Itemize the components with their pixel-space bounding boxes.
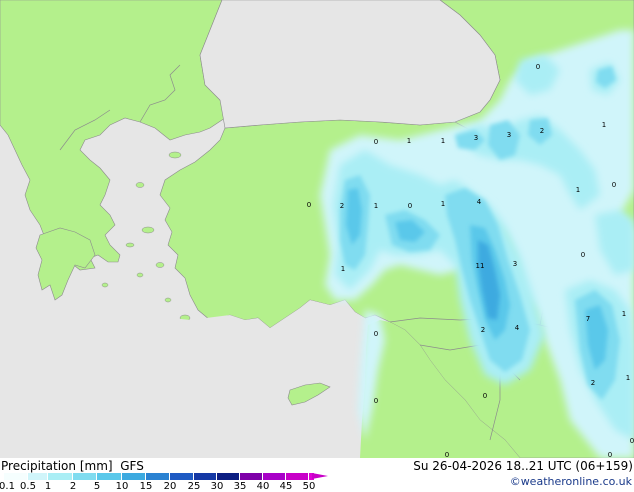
legend-bar: Precipitation [mm] GFS Su 26-04-2026 18.…	[0, 458, 634, 492]
precip-value: 1	[626, 374, 630, 382]
precip-value: 2	[481, 326, 485, 334]
scale-tick-label: 40	[256, 481, 270, 492]
color-scale	[4, 473, 315, 480]
precip-value: 2	[340, 202, 344, 210]
sea-mediterranean	[0, 300, 372, 458]
scale-swatch	[73, 473, 97, 480]
land-island	[136, 272, 144, 278]
legend-title: Precipitation [mm] GFS	[1, 459, 144, 473]
scale-tick-label: 20	[163, 481, 177, 492]
scale-tick-label: 25	[187, 481, 201, 492]
scale-swatch	[170, 473, 194, 480]
scale-tick-label: 50	[302, 481, 316, 492]
precip-value: 0	[612, 181, 616, 189]
precip-value: 11	[476, 262, 485, 270]
scale-swatch	[286, 473, 309, 480]
precip-value: 0	[608, 451, 612, 458]
scale-swatch	[146, 473, 170, 480]
precip-value: 0	[408, 202, 412, 210]
precip-value: 0	[483, 392, 487, 400]
precip-value: 1	[602, 121, 606, 129]
precip-value: 1	[622, 310, 626, 318]
scale-tick-label: 45	[279, 481, 293, 492]
precip-value: 0	[536, 63, 540, 71]
scale-swatch	[28, 473, 48, 480]
scale-tick-label: 2	[69, 481, 77, 492]
scale-swatch	[4, 473, 28, 480]
scale-tick-label: 35	[233, 481, 247, 492]
precip-value: 0	[581, 251, 585, 259]
forecast-datetime: Su 26-04-2026 18..21 UTC (06+159)	[413, 459, 633, 473]
model-name: GFS	[120, 459, 144, 473]
precip-value: 2	[540, 127, 544, 135]
scale-tick-label: 10	[115, 481, 129, 492]
scale-swatch	[240, 473, 263, 480]
scale-tick-label: 15	[139, 481, 153, 492]
precip-value: 1	[407, 137, 411, 145]
precip-value: 1	[441, 137, 445, 145]
credit-link[interactable]: ©weatheronline.co.uk	[510, 475, 632, 488]
precip-value: 0	[374, 330, 378, 338]
precip-value: 7	[586, 315, 590, 323]
precip-value: 0	[374, 397, 378, 405]
scale-swatch	[48, 473, 73, 480]
scale-swatch	[122, 473, 146, 480]
precip-value: 1	[576, 186, 580, 194]
precip-value: 0	[630, 437, 634, 445]
scale-tick-label: 0.5	[20, 481, 36, 492]
scale-swatch	[217, 473, 240, 480]
precip-value: 0	[307, 201, 311, 209]
precip-value: 0	[445, 451, 449, 458]
land-island	[155, 262, 165, 268]
precip-value: 3	[474, 134, 478, 142]
scale-swatch	[97, 473, 122, 480]
land-island	[164, 297, 172, 303]
precip-value: 3	[513, 260, 517, 268]
land-island	[168, 151, 182, 159]
precip-value: 2	[591, 379, 595, 387]
land-island	[101, 282, 109, 288]
scale-tick-label: 30	[210, 481, 224, 492]
precip-value: 1	[341, 265, 345, 273]
precip-value: 1	[441, 200, 445, 208]
scale-tick-label: 1	[44, 481, 52, 492]
scale-tick-label: 5	[93, 481, 101, 492]
land-island	[135, 182, 145, 188]
land-island	[125, 242, 135, 248]
scale-tick-label: 0.1	[0, 481, 15, 492]
precip-value: 3	[507, 131, 511, 139]
legend-title-text: Precipitation [mm]	[1, 459, 113, 473]
precip-value: 4	[515, 324, 520, 332]
scale-swatch	[263, 473, 286, 480]
precip-value: 4	[477, 198, 482, 206]
scale-swatch	[194, 473, 217, 480]
precipitation-map: 0 1 1 3 3 2 0 0 2 1 0 1 4 1 11 3 2 4 0 0 1 7 1 2 1 0 0 1 0 0 0 0	[0, 0, 634, 459]
sea-black	[199, 0, 501, 129]
precip-value: 1	[374, 202, 378, 210]
precip-value: 0	[374, 138, 378, 146]
land-island	[141, 226, 155, 234]
scale-arrow	[312, 473, 328, 479]
